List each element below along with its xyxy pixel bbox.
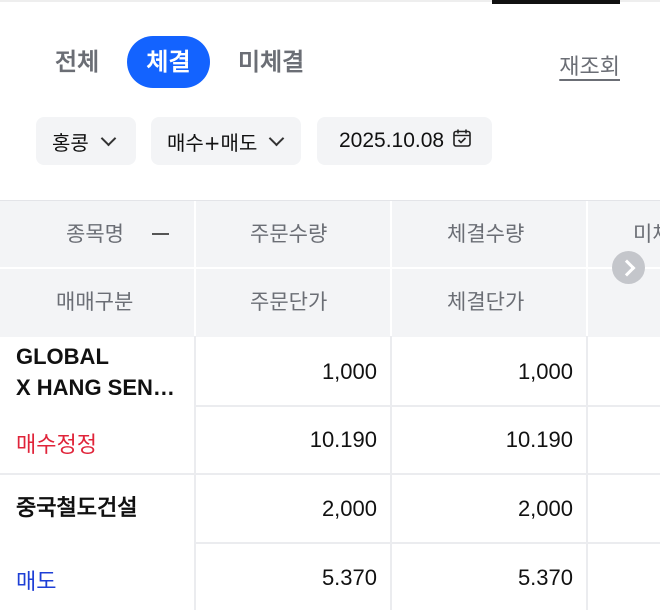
chevron-right-icon [618, 259, 635, 276]
tab-all[interactable]: 전체 [55, 36, 99, 88]
chevron-down-icon [100, 130, 117, 146]
header-trade-type: 매매구분 [56, 290, 134, 314]
stock-name-line1: 중국철도건설 [16, 495, 138, 520]
status-tabs: 전체 체결 미체결 재조회 [0, 36, 660, 90]
side-dropdown[interactable]: 매수+매도 [151, 117, 301, 165]
filled-qty: 2,000 [517, 496, 573, 521]
tab-filled[interactable]: 체결 [127, 36, 210, 88]
filled-price: 5.370 [517, 565, 573, 590]
header-order-qty: 주문수량 [250, 222, 328, 246]
order-price: 10.190 [309, 427, 377, 452]
tab-unfilled[interactable]: 미체결 [238, 36, 304, 88]
date-picker[interactable]: 2025.10.08 [317, 117, 492, 165]
table-body: GLOBAL X HANG SEN… 매수정정 1,000 1,000 10.1… [0, 336, 660, 610]
trade-type: 매수정정 [16, 432, 97, 457]
market-dropdown[interactable]: 홍콩 [36, 117, 136, 165]
filled-price: 10.190 [505, 427, 573, 452]
table-header: 종목명 주문수량 체결수량 미체 매매구분 주문단가 체결단가 [0, 200, 660, 337]
stock-name-line2: X HANG SEN… [16, 375, 175, 400]
order-price: 5.370 [321, 565, 377, 590]
filter-bar: 홍콩 매수+매도 2025.10.08 [0, 117, 660, 167]
trade-type: 매도 [16, 569, 57, 594]
stock-name-line1: GLOBAL [16, 344, 109, 369]
collapse-icon[interactable] [152, 233, 169, 235]
side-dropdown-label: 매수+매도 [167, 130, 258, 155]
header-filled-price: 체결단가 [447, 290, 525, 314]
header-order-price: 주문단가 [250, 290, 328, 314]
order-qty: 1,000 [321, 359, 377, 384]
header-name: 종목명 [66, 222, 124, 246]
market-dropdown-label: 홍콩 [52, 130, 89, 155]
refresh-link[interactable]: 재조회 [559, 49, 620, 81]
date-picker-label: 2025.10.08 [339, 129, 445, 152]
header-filled-qty: 체결수량 [447, 222, 525, 246]
scroll-right-button[interactable] [612, 251, 645, 284]
order-qty: 2,000 [321, 496, 377, 521]
filled-qty: 1,000 [517, 359, 573, 384]
calendar-check-icon [452, 128, 472, 154]
top-tab-indicator [492, 0, 620, 4]
chevron-down-icon [269, 130, 285, 146]
